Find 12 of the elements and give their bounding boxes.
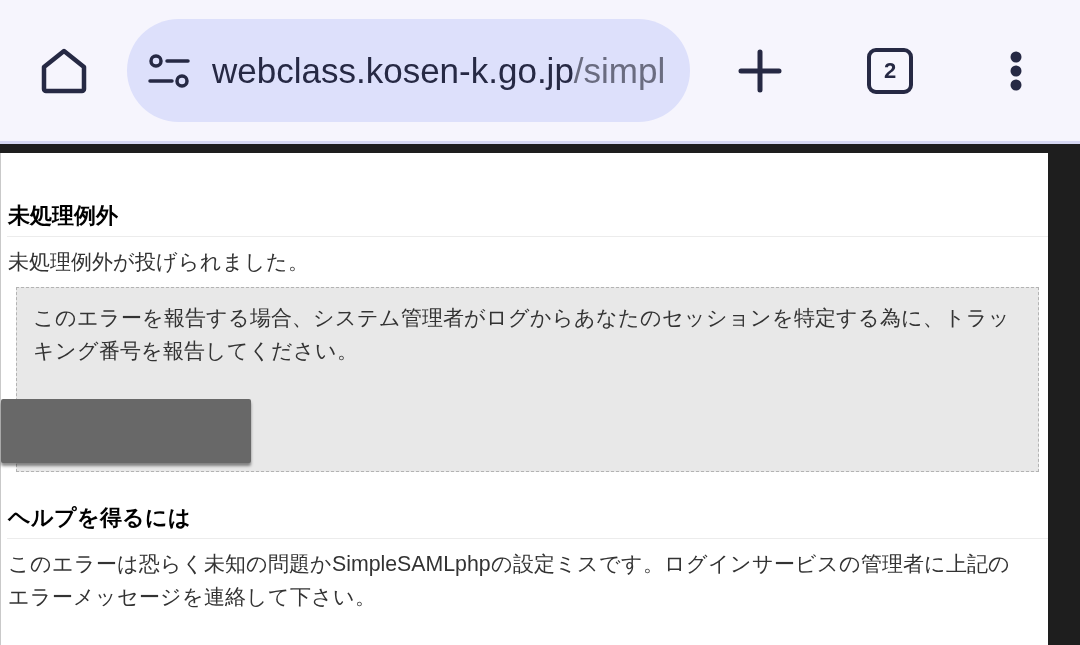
section-text: 未処理例外が投げられました。 — [8, 249, 310, 276]
tune-icon[interactable] — [148, 53, 190, 88]
section-heading: 未処理例外 — [8, 202, 119, 230]
url-text: webclass.kosen-k.go.jp/simpl — [212, 50, 666, 91]
address-bar[interactable]: webclass.kosen-k.go.jp/simpl — [127, 19, 690, 122]
plus-icon[interactable] — [738, 48, 782, 93]
notice-text: このエラーを報告する場合、システム管理者がログからあなたのセッションを特定する為に、トラッキング番号を報告してください。 — [33, 305, 1011, 365]
section-heading: ヘルプを得るには — [8, 504, 192, 532]
tab-count-button[interactable]: 2 — [867, 47, 913, 94]
section-text: このエラーは恐らく未知の問題かSimpleSAMLphpの設定ミスです。ログインサービスの管理者に上記のエラーメッセージを連絡して下さい。 — [8, 551, 1011, 611]
more-menu-icon[interactable] — [1009, 50, 1023, 91]
home-icon[interactable] — [40, 47, 88, 94]
